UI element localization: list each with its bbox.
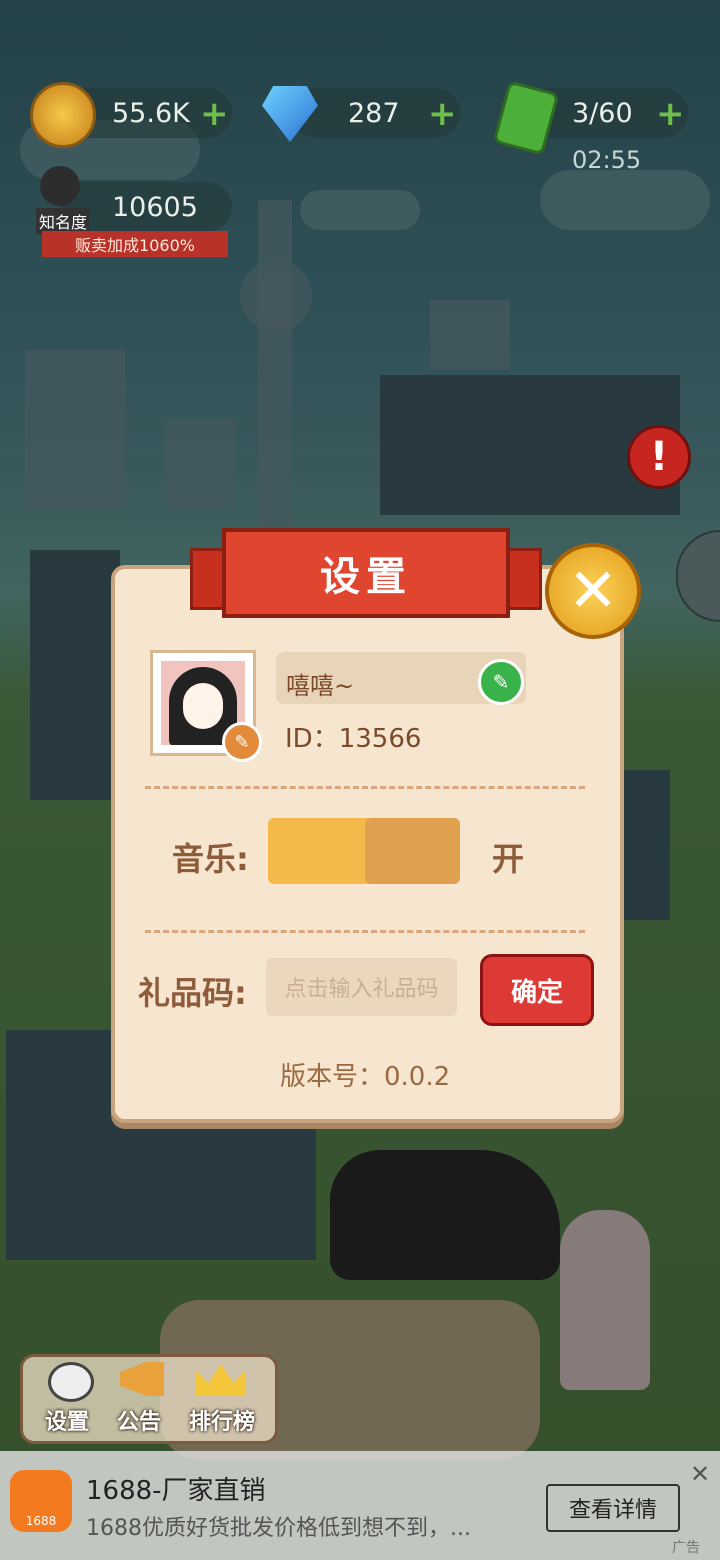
divider	[145, 786, 585, 789]
ad-logo: 1688	[10, 1470, 72, 1532]
add-gem-button[interactable]: +	[428, 94, 457, 134]
energy-timer: 02:55	[572, 146, 642, 174]
version-text: 版本号：0.0.2	[280, 1062, 451, 1092]
alert-icon[interactable]: !	[627, 425, 691, 489]
music-state: 开	[492, 840, 525, 878]
menu-ranking[interactable]: 排行榜	[186, 1404, 258, 1436]
settings-title-ribbon: 设置	[222, 528, 510, 618]
player-id: ID：13566	[285, 724, 422, 754]
confirm-button[interactable]: 确定	[480, 954, 594, 1026]
ad-tag: 广告	[672, 1540, 700, 1556]
music-toggle[interactable]	[268, 818, 460, 884]
menu-settings[interactable]: 设置	[32, 1404, 102, 1436]
pencil-icon: ✎	[234, 731, 250, 753]
gift-code-label: 礼品码:	[138, 974, 247, 1012]
close-button[interactable]: ✕	[545, 543, 641, 639]
player-name: 嘻嘻~	[286, 672, 355, 700]
gem-value: 287	[348, 97, 400, 129]
toggle-knob	[365, 818, 460, 884]
sell-bonus-banner: 贩卖加成1060%	[42, 231, 228, 257]
menu-notice[interactable]: 公告	[104, 1404, 174, 1436]
edit-name-button[interactable]: ✎	[478, 659, 524, 705]
confirm-label: 确定	[510, 977, 563, 1008]
ad-button-label: 查看详情	[568, 1498, 657, 1523]
avatar-edit-button[interactable]: ✎	[222, 722, 262, 762]
gift-code-input[interactable]: 点击输入礼品码	[266, 958, 457, 1016]
gear-icon[interactable]	[48, 1362, 94, 1402]
ad-title: 1688-厂家直销	[86, 1476, 266, 1506]
fame-value: 10605	[112, 191, 198, 223]
coin-icon	[30, 82, 96, 148]
ad-view-details-button[interactable]: 查看详情	[546, 1484, 680, 1532]
music-label: 音乐:	[172, 840, 249, 878]
sell-bonus-text: 贩卖加成1060%	[75, 236, 195, 255]
avatar-face	[183, 683, 223, 729]
pencil-icon: ✎	[492, 670, 510, 694]
energy-value: 3/60	[572, 97, 633, 129]
close-icon: ✕	[567, 556, 619, 626]
settings-title: 设置	[320, 554, 412, 600]
businessman-icon	[40, 166, 80, 206]
ad-close-icon[interactable]: ✕	[690, 1460, 710, 1488]
add-gold-button[interactable]: +	[200, 94, 229, 134]
add-energy-button[interactable]: +	[656, 94, 685, 134]
ad-logo-text: 1688	[25, 1514, 57, 1528]
divider	[145, 930, 585, 933]
gold-value: 55.6K	[112, 97, 190, 129]
ad-description: 1688优质好货批发价格低到想不到，...	[86, 1516, 471, 1541]
gift-code-placeholder: 点击输入礼品码	[284, 977, 439, 1002]
